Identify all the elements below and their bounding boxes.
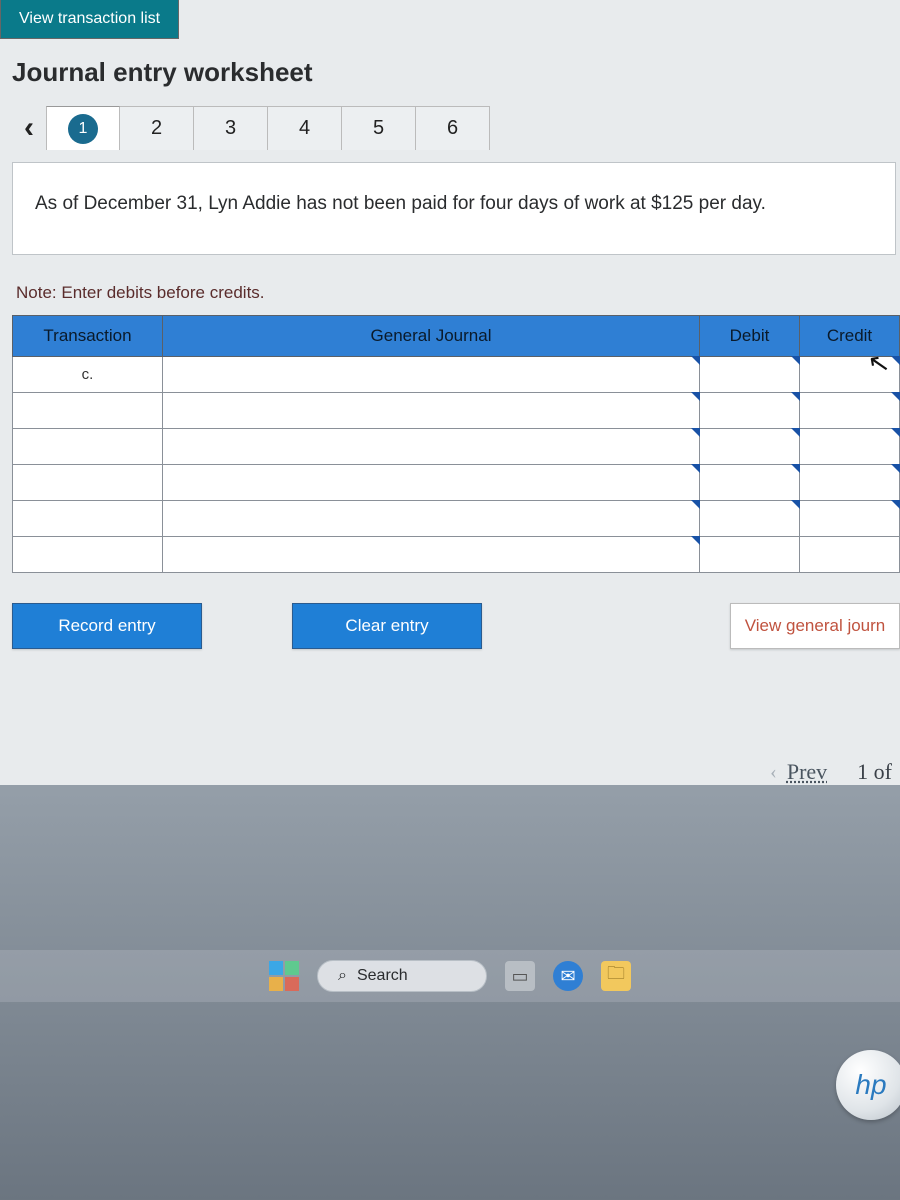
step-1-circle: 1 [68,114,98,144]
step-3[interactable]: 3 [194,106,268,150]
hp-logo-icon: hp [836,1050,900,1120]
col-debit: Debit [700,316,800,357]
prompt-text: As of December 31, Lyn Addie has not bee… [35,189,873,218]
cell-credit-input[interactable] [800,537,900,573]
cell-txn: c. [13,357,163,393]
app-area: View transaction list Journal entry work… [0,0,900,785]
cell-debit-input[interactable] [700,465,800,501]
table-row: c. [13,357,900,393]
cell-txn [13,429,163,465]
step-nav: ‹ 1 2 3 4 5 6 [12,106,900,150]
cell-txn [13,501,163,537]
pager-position: 1 of [857,759,892,785]
cell-account-select[interactable] [163,393,700,429]
cell-account-select[interactable] [163,429,700,465]
cell-credit-input[interactable] [800,393,900,429]
view-general-journal-button[interactable]: View general journ [730,603,900,649]
step-1[interactable]: 1 [46,106,120,150]
table-row [13,393,900,429]
cell-credit-input[interactable] [800,501,900,537]
taskbar: ⌕ Search ▭ ✉ 🗀 [0,950,900,1002]
col-transaction: Transaction [13,316,163,357]
cell-debit-input[interactable] [700,393,800,429]
prompt-box: As of December 31, Lyn Addie has not bee… [12,162,896,255]
step-5[interactable]: 5 [342,106,416,150]
taskbar-file-explorer-icon[interactable]: 🗀 [601,961,631,991]
worksheet-title: Journal entry worksheet [12,57,900,88]
step-4[interactable]: 4 [268,106,342,150]
record-entry-button[interactable]: Record entry [12,603,202,649]
view-transaction-list-tab[interactable]: View transaction list [0,0,179,39]
step-6[interactable]: 6 [416,106,490,150]
cell-account-select[interactable] [163,501,700,537]
table-row [13,537,900,573]
pager: ‹ Prev 1 of [0,679,900,785]
search-icon: ⌕ [338,967,347,985]
cell-debit-input[interactable] [700,501,800,537]
journal-table: Transaction General Journal Debit Credit… [12,315,900,573]
cell-account-select[interactable] [163,357,700,393]
step-2[interactable]: 2 [120,106,194,150]
taskbar-search-input[interactable]: ⌕ Search [317,960,487,992]
action-row: Record entry Clear entry View general jo… [12,603,900,679]
table-row [13,501,900,537]
clear-entry-button[interactable]: Clear entry [292,603,482,649]
taskbar-app-icon[interactable]: ▭ [505,961,535,991]
note-text: Note: Enter debits before credits. [16,283,900,303]
cell-credit-input[interactable] [800,465,900,501]
cell-txn [13,465,163,501]
taskbar-chat-icon[interactable]: ✉ [553,961,583,991]
cell-debit-input[interactable] [700,537,800,573]
cell-credit-input[interactable] [800,429,900,465]
worksheet: Journal entry worksheet ‹ 1 2 3 4 5 6 As… [0,39,900,679]
col-general-journal: General Journal [163,316,700,357]
cell-account-select[interactable] [163,537,700,573]
windows-start-icon[interactable] [269,961,299,991]
pager-prev-link[interactable]: Prev [787,759,827,785]
table-header-row: Transaction General Journal Debit Credit [13,316,900,357]
cell-debit-input[interactable] [700,429,800,465]
cell-txn [13,393,163,429]
cell-txn [13,537,163,573]
search-placeholder: Search [357,967,408,985]
cell-account-select[interactable] [163,465,700,501]
pager-prev-chevron-icon: ‹ [770,761,777,784]
cell-debit-input[interactable] [700,357,800,393]
step-prev-chevron-icon[interactable]: ‹ [12,111,46,145]
table-row [13,465,900,501]
table-row [13,429,900,465]
